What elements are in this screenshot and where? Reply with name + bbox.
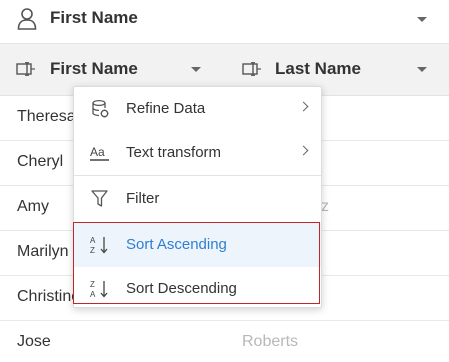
chevron-right-icon: [298, 101, 309, 112]
menu-item-label: Text transform: [126, 144, 222, 161]
column-label: First Name: [50, 59, 138, 78]
column-label: Last Name: [275, 59, 361, 78]
text-column-type-icon: [242, 62, 261, 76]
header-title: First Name: [50, 8, 138, 27]
filter-icon: [91, 190, 108, 207]
database-icon: [92, 99, 109, 118]
header-dropdown-caret-icon[interactable]: [417, 17, 427, 22]
sort-options-highlight: [73, 222, 320, 304]
column-menu-caret-icon[interactable]: [191, 67, 201, 72]
first-name-cell[interactable]: Christine: [17, 288, 80, 306]
column-menu-caret-icon[interactable]: [417, 67, 427, 72]
menu-item-filter[interactable]: Filter: [74, 177, 321, 221]
first-name-cell[interactable]: Marilyn: [17, 243, 69, 261]
menu-item-label: Filter: [126, 190, 160, 207]
table-row[interactable]: Jose Roberts: [0, 321, 449, 362]
table-top-header: First Name: [0, 0, 449, 44]
menu-item-label: Refine Data: [126, 100, 206, 117]
person-icon: [17, 8, 37, 30]
first-name-cell[interactable]: Theresa: [17, 108, 76, 126]
last-name-cell[interactable]: z: [321, 198, 329, 216]
text-column-type-icon: [16, 62, 35, 76]
last-name-cell[interactable]: Roberts: [242, 333, 298, 351]
menu-divider: [74, 175, 321, 176]
text-transform-icon: Aa: [90, 145, 109, 161]
first-name-cell[interactable]: Jose: [17, 333, 51, 351]
first-name-cell[interactable]: Cheryl: [17, 153, 63, 171]
first-name-cell[interactable]: Amy: [17, 198, 49, 216]
chevron-right-icon: [298, 145, 309, 156]
menu-item-refine-data[interactable]: Refine Data: [74, 87, 321, 131]
svg-text:Aa: Aa: [90, 145, 105, 159]
menu-item-text-transform[interactable]: Aa Text transform: [74, 131, 321, 175]
